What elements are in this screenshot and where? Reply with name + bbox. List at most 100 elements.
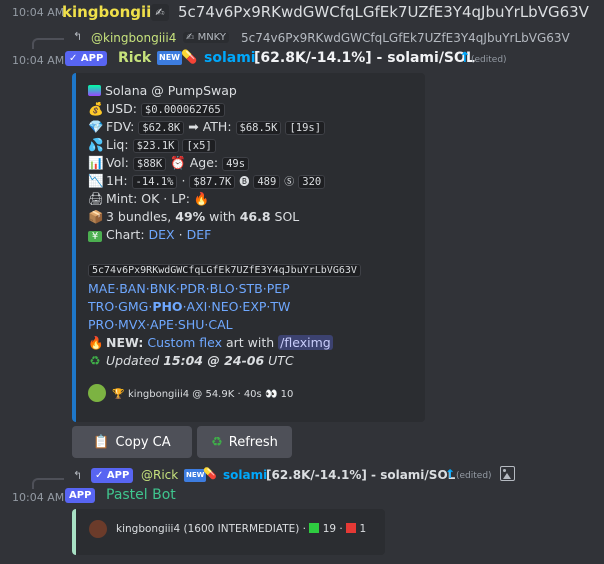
def-link[interactable]: DEF xyxy=(187,227,212,242)
reply-content[interactable]: 5c74v6Px9RKwdGWCfqLGfEk7UZfE3Y4qJbuYrLbV… xyxy=(241,31,570,45)
sell-icon: Ⓢ xyxy=(284,177,295,188)
chart-decreasing-icon: 📉 xyxy=(88,173,104,188)
mint-status: Mint: OK · LP: xyxy=(105,191,190,206)
package-icon: 📦 xyxy=(88,209,104,224)
links-row-3: PRO·MVX·APE·SHU·CAL xyxy=(88,317,233,332)
link-pro[interactable]: PRO xyxy=(88,317,114,332)
link-axi[interactable]: AXI xyxy=(187,299,208,314)
h1-change: -14.1% xyxy=(131,175,178,189)
footer-avatar xyxy=(88,384,106,402)
link-stb[interactable]: STB xyxy=(239,281,263,296)
link-exp[interactable]: EXP xyxy=(242,299,266,314)
image-icon xyxy=(500,466,515,481)
gem-icon: 💎 xyxy=(88,119,104,134)
reply-token-link[interactable]: solami xyxy=(223,468,267,482)
age-value: 49s xyxy=(222,157,250,171)
fdv-row: 💎 FDV: $62.8K ➡ ATH: $68.5K [19s] xyxy=(88,119,326,135)
usd-row: 💰 USD: $0.000062765 xyxy=(88,101,225,117)
message-timestamp: 10:04 AM xyxy=(12,491,65,504)
rank-embed: kingbongiii4 (1600 INTERMEDIATE) · 19 · … xyxy=(72,509,385,555)
app-badge-text: APP xyxy=(80,53,104,64)
token-embed: Solana @ PumpSwap 💰 USD: $0.000062765 💎 … xyxy=(72,73,425,422)
updated-label: Updated xyxy=(105,353,160,368)
ath-label: ATH: xyxy=(202,119,232,134)
rank-label: kingbongiii4 (1600 INTERMEDIATE) · xyxy=(116,523,307,535)
link-tw[interactable]: TW xyxy=(270,299,290,314)
arrow-right-icon: ➡ xyxy=(188,119,199,134)
fire-icon: 🔥 xyxy=(193,191,210,206)
red-square-icon xyxy=(346,523,357,533)
reply-connector xyxy=(32,38,64,49)
yen-chart-icon: ¥ xyxy=(88,231,102,242)
copy-ca-button[interactable]: 📋 Copy CA xyxy=(72,426,192,458)
link-gmg[interactable]: GMG xyxy=(118,299,148,314)
liq-row: 💦 Liq: $23.1K [x5] xyxy=(88,137,216,153)
link-mae[interactable]: MAE xyxy=(88,281,115,296)
writing-hand-icon: ✍ xyxy=(151,4,169,21)
link-cal[interactable]: CAL xyxy=(208,317,232,332)
vol-row: 📊 Vol: $88K ⏰ Age: 49s xyxy=(88,155,250,171)
reply-author[interactable]: @kingbongiii4 xyxy=(91,31,176,45)
link-blo[interactable]: BLO xyxy=(210,281,235,296)
link-mvx[interactable]: MVX xyxy=(118,317,146,332)
h1-row: 📉 1H: -14.1% · $87.7K 🅑 489 Ⓢ 320 xyxy=(88,173,326,189)
reply-title[interactable]: [62.8K/-14.1%] - solami/SOL xyxy=(266,468,455,482)
author-name[interactable]: Pastel Bot xyxy=(106,487,176,503)
new-label: NEW: xyxy=(105,335,144,350)
custom-flex-link[interactable]: Custom flex xyxy=(147,335,222,350)
dex-link[interactable]: DEX xyxy=(149,227,175,242)
new-feature-row: 🔥 NEW: Custom flex art with /fleximg xyxy=(88,335,333,351)
mint-row: 🖨 Mint: OK · LP: 🔥 xyxy=(88,191,209,207)
reply-app-badge: ✓ APP xyxy=(91,468,134,483)
vol-label: Vol: xyxy=(105,155,129,170)
updated-time: 15:04 @ 24-06 xyxy=(163,353,265,368)
green-square-icon xyxy=(309,523,320,533)
refresh-button[interactable]: ♻ Refresh xyxy=(197,426,292,458)
updated-timezone: UTC xyxy=(268,353,294,368)
link-tro[interactable]: TRO xyxy=(88,299,114,314)
embed-footer: 🏆 kingbongiii4 @ 54.9K · 40s 👀 10 xyxy=(88,384,293,402)
link-neo[interactable]: NEO xyxy=(211,299,238,314)
author-name[interactable]: Rick xyxy=(118,50,151,66)
token-link[interactable]: solami xyxy=(204,50,256,66)
chart-separator: · xyxy=(178,227,183,242)
link-pep[interactable]: PEP xyxy=(267,281,290,296)
bundles-row: 📦 3 bundles, 49% with 46.8 SOL xyxy=(88,209,299,225)
red-count: 1 xyxy=(359,523,367,535)
user-avatar xyxy=(89,520,107,538)
chart-row: ¥ Chart: DEX · DEF xyxy=(88,227,211,242)
copy-ca-label: Copy CA xyxy=(115,434,171,450)
link-pdr[interactable]: PDR xyxy=(180,281,206,296)
contract-address[interactable]: 5c74v6Px9RKwdGWCfqLGfEk7UZfE3Y4qJbuYrLbV… xyxy=(88,264,361,277)
refresh-label: Refresh xyxy=(228,434,278,450)
platform-name: Solana @ PumpSwap xyxy=(104,83,237,98)
h1-sells: 320 xyxy=(298,175,326,189)
message-timestamp: 10:04 AM xyxy=(12,54,65,67)
liq-value: $23.1K xyxy=(132,139,179,153)
rank-separator: · xyxy=(339,523,343,535)
app-badge-label: APP xyxy=(65,488,96,503)
alarm-clock-icon: ⏰ xyxy=(170,155,186,170)
link-pho[interactable]: PHO xyxy=(152,299,182,314)
bundles-sol-unit: SOL xyxy=(274,209,300,224)
vol-value: $88K xyxy=(132,157,167,171)
address-row: 5c74v6Px9RKwdGWCfqLGfEk7UZfE3Y4qJbuYrLbV… xyxy=(88,261,361,277)
usd-label: USD: xyxy=(105,101,137,116)
up-arrow-icon: ↑ xyxy=(459,50,471,66)
link-shu[interactable]: SHU xyxy=(178,317,204,332)
money-bag-icon: 💰 xyxy=(88,101,104,116)
clipboard-icon: 📋 xyxy=(93,434,110,450)
link-ape[interactable]: APE xyxy=(150,317,174,332)
eyes-icon: 👀 xyxy=(264,389,278,400)
rank-text: kingbongiii4 (1600 INTERMEDIATE) · 19 · … xyxy=(116,523,366,535)
link-bnk[interactable]: BNK xyxy=(150,281,176,296)
fleximg-command[interactable]: /fleximg xyxy=(278,335,333,350)
pen-icon: ✍ xyxy=(186,32,195,43)
app-badge: ✓ APP xyxy=(65,51,108,66)
fire-icon: 🔥 xyxy=(88,335,104,350)
link-ban[interactable]: BAN xyxy=(119,281,145,296)
edited-label: (edited) xyxy=(456,471,492,481)
usd-value: $0.000062765 xyxy=(140,103,225,117)
message-title: [62.8K/-14.1%] - solami/SOL xyxy=(254,50,475,66)
reply-author[interactable]: @Rick xyxy=(141,468,178,482)
